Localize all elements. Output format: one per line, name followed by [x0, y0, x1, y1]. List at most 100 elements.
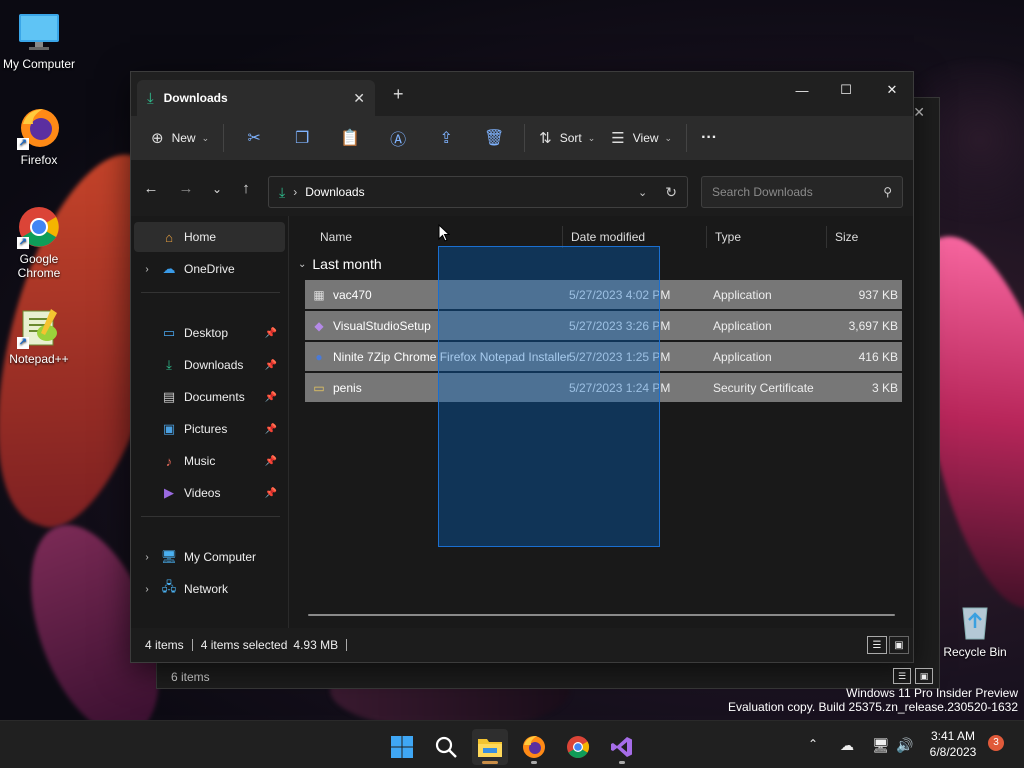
- pin-icon[interactable]: 📌: [265, 456, 277, 467]
- minimize-button[interactable]: —: [779, 76, 825, 104]
- column-header-name[interactable]: Name: [312, 226, 562, 248]
- forward-arrow-icon[interactable]: →: [176, 180, 196, 197]
- paste-icon[interactable]: 📋: [326, 122, 374, 154]
- chevron-right-icon[interactable]: ›: [134, 584, 160, 595]
- new-tab-button[interactable]: +: [393, 85, 404, 103]
- evaluation-watermark: Windows 11 Pro Insider Preview Evaluatio…: [728, 686, 1018, 714]
- sort-button[interactable]: ⇅ Sort ⌄: [531, 122, 603, 154]
- column-header-size[interactable]: Size: [826, 226, 906, 248]
- back-arrow-icon[interactable]: ←: [141, 180, 161, 197]
- plus-circle-icon: ⊕: [151, 130, 164, 147]
- tiles-view-icon[interactable]: ▣: [915, 668, 933, 684]
- address-dropdown-icon[interactable]: ⌄: [638, 186, 647, 199]
- address-bar[interactable]: ⤓ › Downloads ⌄ ↻: [268, 176, 688, 208]
- column-header-date-modified[interactable]: Date modified: [562, 226, 706, 248]
- taskbar-file-explorer[interactable]: [472, 729, 508, 765]
- sidebar-item-home[interactable]: ⌂ Home: [134, 222, 285, 252]
- details-view-icon[interactable]: ☰: [893, 668, 911, 684]
- more-options-button[interactable]: ···: [693, 122, 725, 154]
- refresh-icon[interactable]: ↻: [665, 184, 677, 201]
- rename-icon[interactable]: Ⓐ: [374, 122, 422, 154]
- search-input[interactable]: [712, 185, 862, 199]
- sidebar-item-documents[interactable]: ▤ Documents 📌: [134, 382, 285, 412]
- up-arrow-icon[interactable]: ↑: [236, 180, 256, 197]
- visual-studio-icon: [611, 737, 632, 757]
- delete-icon[interactable]: 🗑: [470, 122, 518, 154]
- sidebar-item-onedrive[interactable]: › ☁ OneDrive: [134, 254, 285, 284]
- share-icon[interactable]: ⇪: [422, 122, 470, 154]
- close-icon[interactable]: ✕: [913, 104, 925, 121]
- sidebar-item-music[interactable]: ♪ Music 📌: [134, 446, 285, 476]
- tab-title: Downloads: [163, 91, 228, 105]
- computer-icon: 🖥: [160, 549, 178, 564]
- video-icon: ▶: [164, 485, 174, 500]
- cut-icon[interactable]: ✂: [230, 122, 278, 154]
- tab-downloads[interactable]: ⤓ Downloads ✕: [137, 80, 375, 116]
- status-selected-count: 4 items selected: [200, 638, 288, 652]
- shortcut-arrow-icon: ↗: [17, 138, 29, 150]
- application-icon: ▦: [313, 287, 325, 302]
- details-view-icon[interactable]: ☰: [867, 636, 887, 654]
- navigation-pane: ⌂ Home › ☁ OneDrive ▭ Desktop 📌 ⤓ Downlo…: [131, 216, 289, 628]
- sidebar-item-network[interactable]: › 🖧 Network: [134, 574, 285, 604]
- view-list-icon: ☰: [611, 130, 625, 147]
- tiles-view-icon[interactable]: ▣: [889, 636, 909, 654]
- shortcut-arrow-icon: ↗: [17, 337, 29, 349]
- taskbar-visual-studio-installer[interactable]: [604, 729, 640, 765]
- desktop-icon-firefox[interactable]: ↗ Firefox: [1, 106, 77, 167]
- view-button[interactable]: ☰ View ⌄: [603, 122, 680, 154]
- maximize-button[interactable]: ☐: [823, 76, 869, 104]
- desktop-folder-icon: ▭: [162, 325, 176, 340]
- start-button[interactable]: [384, 729, 420, 765]
- desktop-icon-google-chrome[interactable]: ↗ Google Chrome: [1, 205, 77, 280]
- desktop-icon-my-computer[interactable]: My Computer: [1, 10, 77, 71]
- visual-studio-installer-icon: ◆: [314, 318, 324, 333]
- home-icon: ⌂: [165, 229, 173, 245]
- chevron-down-icon: ⌄: [587, 132, 596, 143]
- folder-icon: [478, 739, 502, 757]
- system-clock[interactable]: 3:41 AM 6/8/2023: [925, 728, 981, 760]
- taskbar-firefox[interactable]: [516, 729, 552, 765]
- group-header[interactable]: ⌄ Last month: [298, 256, 382, 272]
- network-icon[interactable]: 🖥: [872, 737, 890, 754]
- chrome-icon: ↗: [17, 205, 61, 249]
- notification-badge[interactable]: 3: [988, 735, 1004, 751]
- close-window-button[interactable]: ✕: [869, 76, 915, 104]
- breadcrumb[interactable]: Downloads: [305, 185, 638, 199]
- chevron-down-icon: ⌄: [664, 132, 673, 143]
- sidebar-item-desktop[interactable]: ▭ Desktop 📌: [134, 318, 285, 348]
- horizontal-scrollbar[interactable]: [308, 614, 895, 616]
- sidebar-item-my-computer[interactable]: › 🖥 My Computer: [134, 542, 285, 572]
- copy-icon[interactable]: ❐: [278, 122, 326, 154]
- cloud-icon: ☁: [162, 261, 176, 276]
- sidebar-item-pictures[interactable]: ▣ Pictures 📌: [134, 414, 285, 444]
- title-bar[interactable]: ⤓ Downloads ✕ + — ☐ ✕: [131, 72, 913, 116]
- show-hidden-icons-chevron-icon[interactable]: ⌃: [808, 737, 818, 751]
- sidebar-item-videos[interactable]: ▶ Videos 📌: [134, 478, 285, 508]
- desktop-icon-notepad-plus-plus[interactable]: ↗ Notepad++: [1, 305, 77, 366]
- pin-icon[interactable]: 📌: [265, 328, 277, 339]
- music-icon: ♪: [165, 453, 173, 469]
- pin-icon[interactable]: 📌: [265, 392, 277, 403]
- search-button[interactable]: [428, 729, 464, 765]
- sidebar-item-downloads[interactable]: ⤓ Downloads 📌: [134, 350, 285, 380]
- certificate-icon: ▭: [313, 380, 325, 395]
- recent-locations-chevron-icon[interactable]: ⌄: [207, 182, 227, 196]
- pin-icon[interactable]: 📌: [265, 424, 277, 435]
- search-box[interactable]: ⚲: [701, 176, 903, 208]
- close-tab-icon[interactable]: ✕: [353, 90, 365, 107]
- ninite-icon: ●: [315, 349, 323, 364]
- search-icon[interactable]: ⚲: [883, 185, 892, 199]
- chevron-right-icon[interactable]: ›: [134, 264, 160, 275]
- chevron-right-icon[interactable]: ›: [134, 552, 160, 563]
- column-header-type[interactable]: Type: [706, 226, 826, 248]
- pin-icon[interactable]: 📌: [265, 360, 277, 371]
- pin-icon[interactable]: 📌: [265, 488, 277, 499]
- volume-icon[interactable]: 🔊: [896, 737, 913, 754]
- onedrive-offline-icon[interactable]: ☁: [840, 737, 854, 754]
- monitor-icon: [17, 10, 61, 54]
- breadcrumb-chevron-icon: ›: [293, 185, 298, 199]
- desktop-icon-recycle-bin[interactable]: Recycle Bin: [937, 598, 1013, 659]
- taskbar-chrome[interactable]: [560, 729, 596, 765]
- new-button[interactable]: ⊕ New ⌄: [143, 122, 217, 154]
